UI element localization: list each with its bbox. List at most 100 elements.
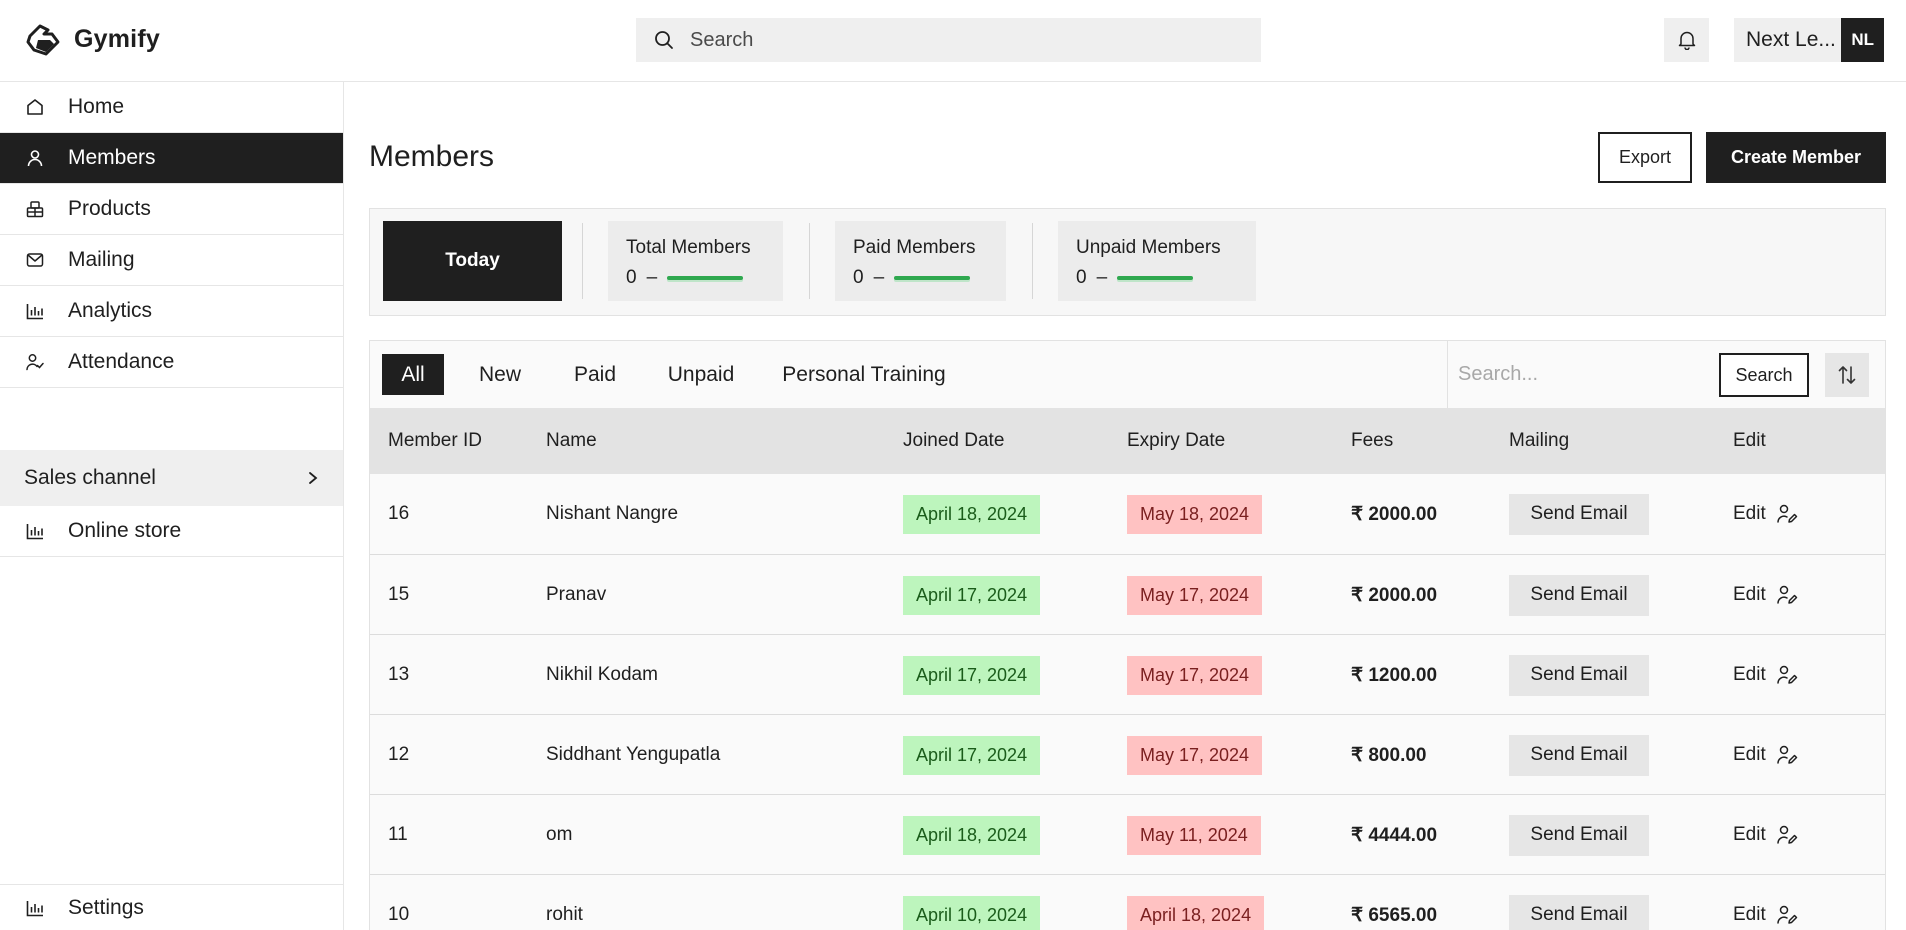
user-check-icon — [24, 351, 46, 373]
column-header-joined-date[interactable]: Joined Date — [903, 408, 1004, 474]
divider — [809, 223, 810, 299]
column-header-edit[interactable]: Edit — [1733, 408, 1766, 474]
tab-personal-training[interactable]: Personal Training — [769, 354, 959, 395]
global-search-input[interactable] — [690, 28, 1250, 52]
brand[interactable]: Gymify — [24, 20, 160, 58]
export-button[interactable]: Export — [1598, 132, 1692, 183]
notifications-button[interactable] — [1664, 18, 1709, 62]
sidebar-item-settings[interactable]: Settings — [0, 885, 343, 930]
sort-button[interactable] — [1825, 353, 1869, 397]
stat-trend-line — [1117, 276, 1194, 280]
sidebar-item-label: Settings — [68, 896, 144, 919]
member-name: Nishant Nangre — [546, 503, 679, 524]
member-fees: ₹ 2000.00 — [1351, 584, 1438, 606]
edit-member-link[interactable]: Edit — [1733, 664, 1798, 686]
column-header-fees[interactable]: Fees — [1351, 408, 1393, 474]
top-bar: Gymify Next Le... NL — [0, 0, 1906, 82]
send-email-button[interactable]: Send Email — [1509, 734, 1649, 776]
member-id: 10 — [388, 904, 410, 925]
tab-all[interactable]: All — [382, 354, 444, 395]
sidebar-item-home[interactable]: Home — [0, 82, 343, 133]
joined-date-badge: April 17, 2024 — [903, 735, 1041, 775]
member-fees: ₹ 2000.00 — [1351, 503, 1438, 525]
sidebar-item-label: Analytics — [68, 299, 153, 322]
sidebar-item-label: Mailing — [68, 248, 135, 271]
page-title: Members — [369, 140, 495, 173]
sidebar-item-mailing[interactable]: Mailing — [0, 235, 343, 286]
sidebar-item-products[interactable]: Products — [0, 184, 343, 235]
send-email-button[interactable]: Send Email — [1509, 814, 1649, 856]
stat-dash: – — [1096, 267, 1108, 288]
sidebar-item-analytics[interactable]: Analytics — [0, 286, 343, 337]
column-header-name[interactable]: Name — [546, 408, 597, 474]
member-id: 13 — [388, 664, 410, 685]
mail-icon — [24, 249, 46, 271]
account-name: Next Le... — [1746, 28, 1836, 51]
expiry-date-badge: May 17, 2024 — [1127, 655, 1263, 695]
sidebar: Home Members Products Mailing Analytics … — [0, 82, 344, 930]
account-menu[interactable]: Next Le... NL — [1734, 18, 1884, 62]
send-email-button[interactable]: Send Email — [1509, 493, 1649, 535]
sales-channel-toggle[interactable]: Sales channel — [0, 450, 343, 506]
user-edit-icon — [1777, 745, 1797, 764]
member-id: 12 — [388, 744, 410, 765]
user-edit-icon — [1777, 825, 1797, 844]
joined-date-badge: April 17, 2024 — [903, 655, 1041, 695]
edit-label: Edit — [1733, 904, 1766, 925]
edit-member-link[interactable]: Edit — [1733, 824, 1798, 846]
table-row[interactable]: 15 Pranav April 17, 2024 May 17, 2024 ₹ … — [370, 554, 1885, 634]
table-header: Member ID Name Joined Date Expiry Date F… — [370, 408, 1885, 474]
send-email-button[interactable]: Send Email — [1509, 654, 1649, 696]
column-header-mailing[interactable]: Mailing — [1509, 408, 1569, 474]
sidebar-item-label: Online store — [68, 519, 182, 542]
table-search-input[interactable] — [1458, 355, 1718, 393]
edit-member-link[interactable]: Edit — [1733, 744, 1798, 766]
send-email-button[interactable]: Send Email — [1509, 574, 1649, 616]
sidebar-item-label: Members — [68, 146, 156, 169]
member-fees: ₹ 1200.00 — [1351, 664, 1438, 686]
stat-value: 0 — [1076, 267, 1087, 288]
expiry-date-badge: May 17, 2024 — [1127, 735, 1263, 775]
tab-new[interactable]: New — [462, 354, 538, 395]
table-row[interactable]: 12 Siddhant Yengupatla April 17, 2024 Ma… — [370, 714, 1885, 794]
edit-member-link[interactable]: Edit — [1733, 584, 1798, 606]
divider — [582, 223, 583, 299]
user-icon — [24, 147, 46, 169]
table-row[interactable]: 10 rohit April 10, 2024 April 18, 2024 ₹… — [370, 874, 1885, 930]
send-email-button[interactable]: Send Email — [1509, 894, 1649, 930]
member-name: rohit — [546, 904, 583, 925]
filter-bar: All New Paid Unpaid Personal Training Se… — [370, 341, 1885, 408]
stat-card-unpaid-members: Unpaid Members 0 – — [1058, 221, 1256, 301]
create-member-button[interactable]: Create Member — [1706, 132, 1886, 183]
tab-unpaid[interactable]: Unpaid — [651, 354, 751, 395]
expiry-date-badge: May 11, 2024 — [1127, 815, 1261, 855]
table-row[interactable]: 11 om April 18, 2024 May 11, 2024 ₹ 4444… — [370, 794, 1885, 874]
column-header-member-id[interactable]: Member ID — [388, 408, 482, 474]
table-row[interactable]: 13 Nikhil Kodam April 17, 2024 May 17, 2… — [370, 634, 1885, 714]
expiry-date-badge: April 18, 2024 — [1127, 895, 1265, 930]
bar-chart-icon — [24, 520, 46, 542]
sidebar-item-members[interactable]: Members — [0, 133, 343, 184]
edit-member-link[interactable]: Edit — [1733, 503, 1798, 525]
user-edit-icon — [1777, 665, 1797, 684]
sales-channel-label: Sales channel — [24, 466, 156, 489]
global-search[interactable] — [636, 18, 1261, 62]
bell-icon — [1678, 31, 1695, 50]
stat-label: Paid Members — [853, 237, 976, 258]
edit-label: Edit — [1733, 584, 1766, 605]
sidebar-item-attendance[interactable]: Attendance — [0, 337, 343, 388]
table-search-button[interactable]: Search — [1719, 353, 1809, 397]
edit-label: Edit — [1733, 503, 1766, 524]
column-header-expiry-date[interactable]: Expiry Date — [1127, 408, 1225, 474]
table-row[interactable]: 16 Nishant Nangre April 18, 2024 May 18,… — [370, 474, 1885, 554]
stat-card-paid-members: Paid Members 0 – — [835, 221, 1006, 301]
edit-member-link[interactable]: Edit — [1733, 904, 1798, 926]
edit-label: Edit — [1733, 824, 1766, 845]
user-edit-icon — [1777, 504, 1797, 523]
sidebar-item-online-store[interactable]: Online store — [0, 506, 343, 557]
period-today-button[interactable]: Today — [383, 221, 562, 301]
member-id: 16 — [388, 503, 410, 524]
stat-label: Total Members — [626, 237, 751, 258]
edit-label: Edit — [1733, 664, 1766, 685]
tab-paid[interactable]: Paid — [555, 354, 635, 395]
